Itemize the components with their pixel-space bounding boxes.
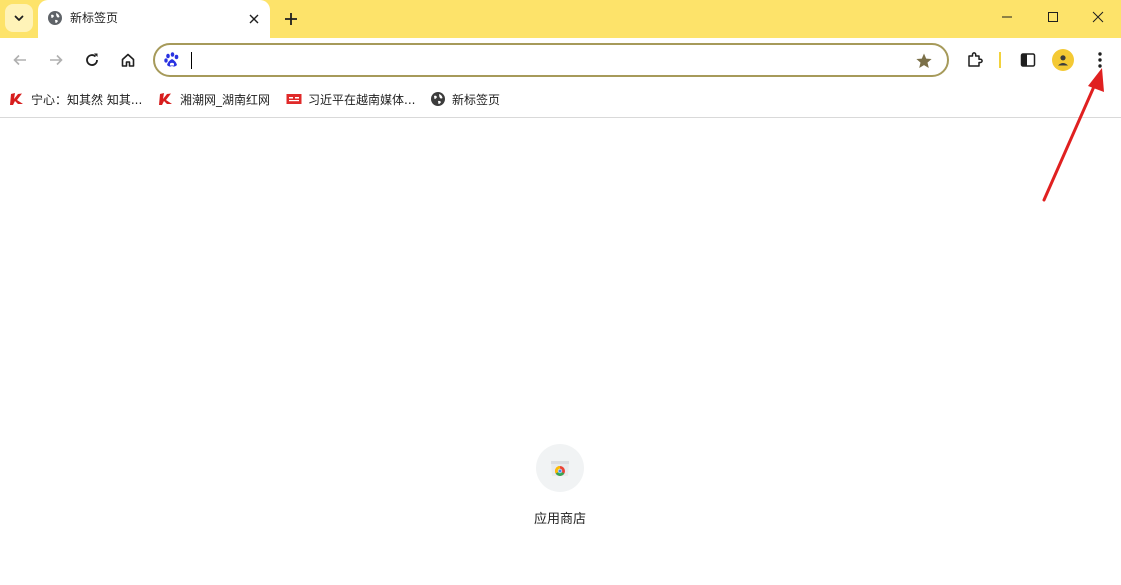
bookmark-item[interactable]: 习近平在越南媒体... [286,90,415,108]
extensions-button[interactable] [961,46,989,74]
forward-button[interactable] [42,46,70,74]
back-button[interactable] [6,46,34,74]
maximize-button[interactable] [1030,0,1076,34]
tab-title: 新标签页 [70,11,119,25]
home-icon [121,53,135,67]
address-bar[interactable] [153,43,949,77]
shortcut-tile[interactable]: 应用商店 [520,444,600,534]
close-icon [1092,11,1104,23]
globe-icon [48,11,62,25]
red-news-icon [9,91,25,107]
tab-new-tab[interactable]: 新标签页 [38,0,270,38]
star-icon [916,53,932,68]
maximize-icon [1048,12,1058,22]
shortcut-icon-circle [536,444,584,492]
bookmark-label: 习近平在越南媒体... [308,92,416,107]
bookmark-star-button[interactable] [913,50,935,72]
minimize-icon [1002,16,1012,18]
annotation-arrow [1042,68,1104,202]
tab-search-button[interactable] [5,4,33,32]
extensions-icon [968,52,983,67]
reload-button[interactable] [78,46,106,74]
tab-close-button[interactable] [244,9,264,29]
close-icon [249,14,259,24]
globe-icon [430,91,446,107]
bookmarks-bar: 宁心：知其然 知其... 湘潮网_湖南红网 习近平在越南媒体... 新标签页 [0,82,1121,118]
bookmark-label: 宁心：知其然 知其... [31,92,143,107]
address-input[interactable] [195,49,895,71]
browser-window: 新标签页 宁心：知其然 知其... 湘潮网_湖南红网 习近平在越南媒体... 新… [0,0,1121,585]
bookmark-item[interactable]: 新标签页 [430,90,500,108]
bookmark-item[interactable]: 宁心：知其然 知其... [9,90,142,108]
home-button[interactable] [114,46,142,74]
toolbar-divider [999,52,1001,68]
bookmark-item[interactable]: 湘潮网_湖南红网 [158,90,270,108]
text-caret [191,52,192,69]
toolbar [0,38,1121,82]
reload-icon [86,53,98,66]
back-arrow-icon [13,54,26,66]
baidu-paw-icon [164,52,179,67]
plus-icon [285,13,297,25]
tab-strip: 新标签页 [0,0,1121,38]
bookmark-label: 湘潮网_湖南红网 [180,92,271,107]
window-close-button[interactable] [1075,0,1121,34]
profile-icon [1058,55,1068,66]
chrome-web-store-icon [551,461,569,476]
bookmark-label: 新标签页 [452,92,501,107]
minimize-button[interactable] [984,0,1030,34]
shortcut-label: 应用商店 [533,512,586,527]
new-tab-button[interactable] [279,7,303,31]
red-badge-icon [286,91,302,107]
red-news-icon [158,91,174,107]
forward-arrow-icon [50,54,63,66]
chevron-down-icon [14,15,24,21]
